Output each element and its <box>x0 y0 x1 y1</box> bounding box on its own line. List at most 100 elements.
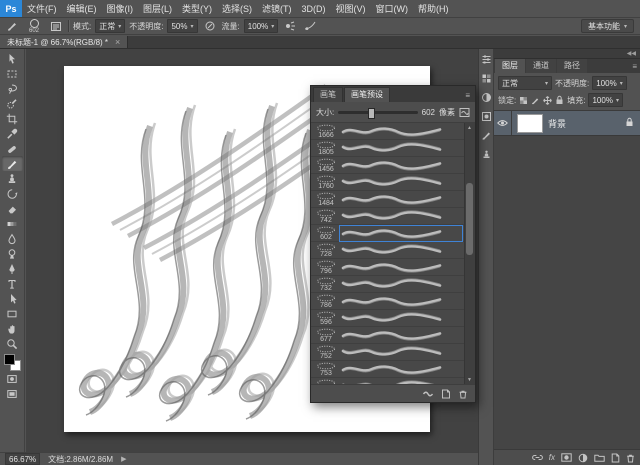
brush-preset-row[interactable]: 728 <box>311 242 475 259</box>
menu-file[interactable]: 文件(F) <box>22 0 62 17</box>
brush-preset-row[interactable]: 1456 <box>311 157 475 174</box>
brush-size-slider[interactable] <box>338 111 417 114</box>
brush-preset-row[interactable]: 753 <box>311 361 475 378</box>
brush-panel-icon[interactable] <box>481 130 492 141</box>
menu-view[interactable]: 视图(V) <box>331 0 371 17</box>
brush-list-scrollbar[interactable]: ▲ ▼ <box>464 123 475 384</box>
menu-3d[interactable]: 3D(D) <box>297 0 331 17</box>
brush-preset-row[interactable]: 786 <box>311 293 475 310</box>
blur-tool[interactable] <box>2 231 23 246</box>
path-selection-tool[interactable] <box>2 291 23 306</box>
adjustment-layer-icon[interactable] <box>578 453 588 463</box>
clone-stamp-tool[interactable] <box>2 171 23 186</box>
brush-preset-row[interactable]: 1760 <box>311 174 475 191</box>
lock-image-pixels-icon[interactable] <box>531 96 540 105</box>
quick-mask-button[interactable] <box>2 371 23 386</box>
adjustments-panel-icon[interactable] <box>481 92 492 103</box>
eyedropper-tool[interactable] <box>2 126 23 141</box>
tool-preset-picker[interactable] <box>4 19 20 33</box>
brush-preset-row[interactable]: 752 <box>311 344 475 361</box>
layer-blend-mode-select[interactable]: 正常 <box>498 76 552 90</box>
brush-preset-row[interactable]: 602 <box>311 225 475 242</box>
menu-edit[interactable]: 编辑(E) <box>62 0 102 17</box>
layer-group-icon[interactable] <box>594 453 605 462</box>
brush-preset-row[interactable]: 732 <box>311 276 475 293</box>
layer-mask-icon[interactable] <box>561 453 572 462</box>
spot-healing-brush-tool[interactable] <box>2 141 23 156</box>
history-brush-tool[interactable] <box>2 186 23 201</box>
eraser-tool[interactable] <box>2 201 23 216</box>
dodge-tool[interactable] <box>2 246 23 261</box>
color-panel-icon[interactable] <box>481 54 492 65</box>
tab-channels[interactable]: 通道 <box>526 59 556 73</box>
layer-visibility-toggle[interactable] <box>494 111 512 135</box>
tab-brush-presets[interactable]: 画笔预设 <box>344 87 390 102</box>
menu-filter[interactable]: 滤镜(T) <box>257 0 297 17</box>
crop-tool[interactable] <box>2 111 23 126</box>
lock-transparent-pixels-icon[interactable] <box>519 96 528 105</box>
clone-source-panel-icon[interactable] <box>481 149 492 160</box>
layer-fill-select[interactable]: 100% <box>588 93 622 107</box>
brush-preset-row[interactable]: 1484 <box>311 191 475 208</box>
layer-style-icon[interactable]: fx <box>549 454 555 462</box>
status-options-arrow-icon[interactable]: ▶ <box>121 455 126 463</box>
brush-preset-row[interactable]: 677 <box>311 327 475 344</box>
scrollbar-thumb[interactable] <box>466 183 473 255</box>
pressure-size-button[interactable] <box>302 19 318 33</box>
scroll-up-icon[interactable]: ▲ <box>465 123 474 132</box>
menu-layer[interactable]: 图层(L) <box>138 0 177 17</box>
zoom-tool[interactable] <box>2 336 23 351</box>
slider-thumb[interactable] <box>368 108 375 119</box>
blend-mode-select[interactable]: 正常 <box>95 19 125 33</box>
layer-thumbnail[interactable] <box>517 114 543 133</box>
menu-window[interactable]: 窗口(W) <box>371 0 414 17</box>
menu-help[interactable]: 帮助(H) <box>413 0 454 17</box>
workspace-switcher[interactable]: 基本功能 <box>581 19 634 33</box>
brush-stroke-view-icon[interactable] <box>422 389 434 399</box>
lock-position-icon[interactable] <box>543 96 552 105</box>
toggle-brush-panel-button[interactable] <box>48 19 64 33</box>
zoom-level-field[interactable]: 66.67% <box>5 453 40 465</box>
brush-preset-row[interactable]: 796 <box>311 259 475 276</box>
tab-paths[interactable]: 路径 <box>557 59 587 73</box>
swatches-panel-icon[interactable] <box>481 73 492 84</box>
styles-panel-icon[interactable] <box>481 111 492 122</box>
menu-type[interactable]: 类型(Y) <box>177 0 217 17</box>
foreground-color-swatch[interactable] <box>4 354 15 365</box>
tab-layers[interactable]: 图层 <box>495 59 525 73</box>
menu-select[interactable]: 选择(S) <box>217 0 257 17</box>
brush-preset-row[interactable]: 596 <box>311 310 475 327</box>
tab-brush[interactable]: 画笔 <box>313 87 343 102</box>
brush-preset-row[interactable]: 634 <box>311 378 475 385</box>
collapse-dock-icon[interactable]: ◀◀ <box>627 50 636 57</box>
brush-preset-row[interactable]: 1805 <box>311 140 475 157</box>
opacity-select[interactable]: 50% <box>167 19 197 33</box>
gradient-tool[interactable] <box>2 216 23 231</box>
type-tool[interactable] <box>2 276 23 291</box>
close-tab-icon[interactable]: × <box>115 38 120 47</box>
layer-opacity-select[interactable]: 100% <box>592 76 626 90</box>
shape-tool[interactable] <box>2 306 23 321</box>
document-tab[interactable]: 未标题-1 @ 66.7%(RGB/8) * × <box>0 36 128 48</box>
hand-tool[interactable] <box>2 321 23 336</box>
menu-image[interactable]: 图像(I) <box>102 0 139 17</box>
scroll-down-icon[interactable]: ▼ <box>465 375 474 384</box>
brush-preset-row[interactable]: 1666 <box>311 123 475 140</box>
pressure-opacity-icon[interactable] <box>202 19 218 33</box>
layer-row-background[interactable]: 背景 <box>494 111 640 136</box>
layers-panel-menu-icon[interactable]: ≡ <box>630 62 639 73</box>
link-layers-icon[interactable] <box>532 453 543 462</box>
screen-mode-button[interactable] <box>2 386 23 401</box>
pen-tool[interactable] <box>2 261 23 276</box>
quick-selection-tool[interactable] <box>2 96 23 111</box>
lasso-tool[interactable] <box>2 81 23 96</box>
new-layer-icon[interactable] <box>611 453 620 463</box>
brush-preset-row[interactable]: 742 <box>311 208 475 225</box>
airbrush-button[interactable] <box>282 19 298 33</box>
new-brush-icon[interactable] <box>441 389 451 399</box>
brush-tool[interactable] <box>2 156 23 171</box>
delete-brush-icon[interactable] <box>458 389 468 399</box>
flow-select[interactable]: 100% <box>244 19 278 33</box>
rectangular-marquee-tool[interactable] <box>2 66 23 81</box>
move-tool[interactable] <box>2 51 23 66</box>
